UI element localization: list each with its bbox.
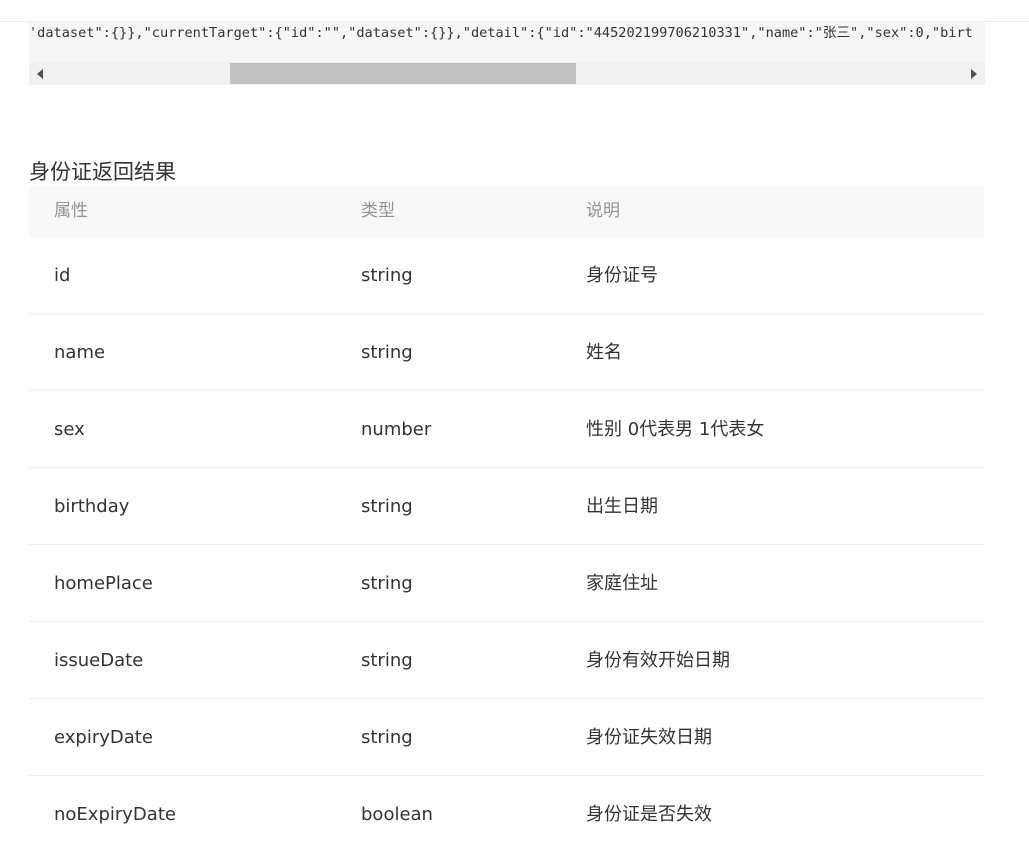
section-title: 身份证返回结果	[29, 160, 176, 184]
cell-property: expiryDate	[54, 727, 153, 748]
header-type: 类型	[361, 201, 395, 221]
horizontal-scrollbar[interactable]	[29, 62, 985, 85]
table-row: birthday string 出生日期	[29, 468, 984, 545]
cell-description: 性别 0代表男 1代表女	[586, 419, 765, 440]
header-description: 说明	[586, 201, 620, 221]
cell-property: sex	[54, 419, 85, 440]
scroll-right-button[interactable]	[963, 62, 985, 85]
cell-property: name	[54, 342, 106, 363]
cell-type: string	[361, 265, 413, 286]
cell-type: string	[361, 573, 413, 594]
header-property: 属性	[54, 201, 88, 221]
table-row: issueDate string 身份有效开始日期	[29, 622, 984, 699]
cell-description: 身份证号	[586, 265, 658, 286]
table-row: noExpiryDate boolean 身份证是否失效	[29, 776, 984, 845]
code-line: 'dataset":{}},"currentTarget":{"id":"","…	[29, 25, 973, 41]
cell-type: string	[361, 727, 413, 748]
page: 'dataset":{}},"currentTarget":{"id":"","…	[0, 0, 1029, 845]
table-row: id string 身份证号	[29, 237, 984, 314]
table-row: sex number 性别 0代表男 1代表女	[29, 391, 984, 468]
scrollbar-thumb[interactable]	[230, 63, 576, 84]
arrow-left-icon	[37, 68, 43, 79]
cell-property: issueDate	[54, 650, 144, 671]
table-row: homePlace string 家庭住址	[29, 545, 984, 622]
cell-property: id	[54, 265, 71, 286]
table-row: expiryDate string 身份证失效日期	[29, 699, 984, 776]
result-table: 属性 类型 说明 id string 身份证号 name string 姓名 s…	[29, 186, 984, 845]
table-header: 属性 类型 说明	[29, 186, 984, 237]
cell-description: 出生日期	[586, 496, 658, 517]
cell-description: 身份证是否失效	[586, 804, 712, 825]
cell-description: 姓名	[586, 342, 622, 363]
cell-type: string	[361, 342, 413, 363]
cell-property: birthday	[54, 496, 130, 517]
cell-type: string	[361, 496, 413, 517]
cell-description: 家庭住址	[586, 573, 658, 594]
arrow-right-icon	[971, 68, 977, 79]
cell-property: noExpiryDate	[54, 804, 176, 825]
code-block: 'dataset":{}},"currentTarget":{"id":"","…	[29, 22, 985, 85]
scroll-left-button[interactable]	[29, 62, 51, 85]
cell-description: 身份证失效日期	[586, 727, 712, 748]
cell-type: number	[361, 419, 432, 440]
table-row: name string 姓名	[29, 314, 984, 391]
cell-type: boolean	[361, 804, 433, 825]
cell-type: string	[361, 650, 413, 671]
cell-property: homePlace	[54, 573, 153, 594]
cell-description: 身份有效开始日期	[586, 650, 730, 671]
